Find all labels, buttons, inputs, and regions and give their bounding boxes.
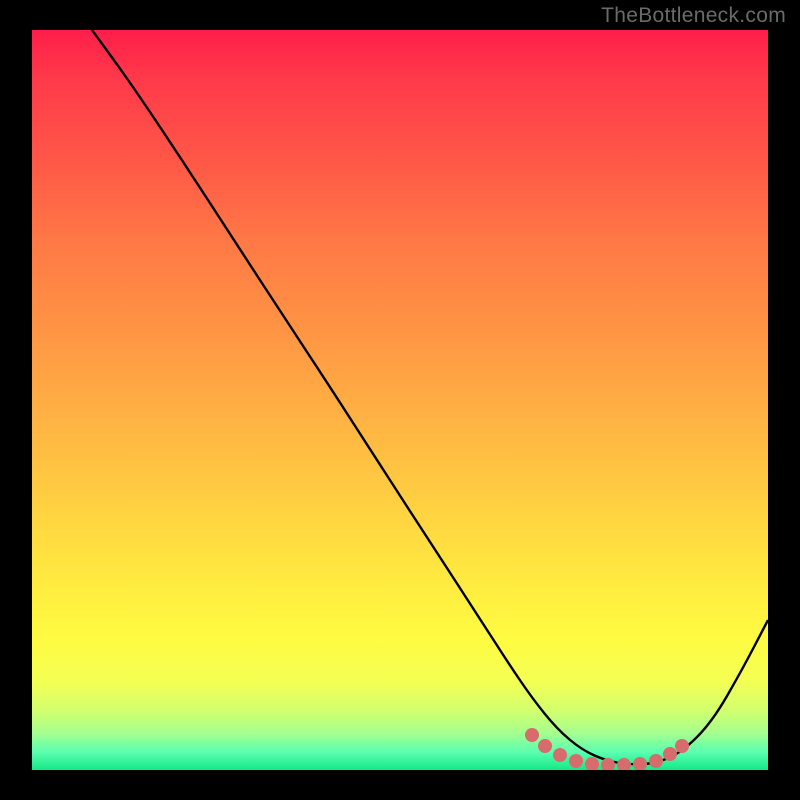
marker-dot bbox=[633, 757, 647, 770]
curve-layer bbox=[32, 30, 768, 770]
marker-dot bbox=[553, 748, 567, 762]
watermark-text: TheBottleneck.com bbox=[601, 4, 786, 28]
marker-dot bbox=[675, 739, 689, 753]
marker-dot bbox=[617, 758, 631, 770]
marker-dot bbox=[663, 747, 677, 761]
marker-dot bbox=[649, 754, 663, 768]
chart-container: TheBottleneck.com bbox=[0, 0, 800, 800]
marker-dot bbox=[569, 754, 583, 768]
plot-area bbox=[32, 30, 768, 770]
marker-dot bbox=[585, 757, 599, 770]
marker-dot bbox=[538, 739, 552, 753]
marker-dot bbox=[525, 728, 539, 742]
marker-group bbox=[525, 728, 689, 770]
bottleneck-curve bbox=[92, 30, 768, 764]
